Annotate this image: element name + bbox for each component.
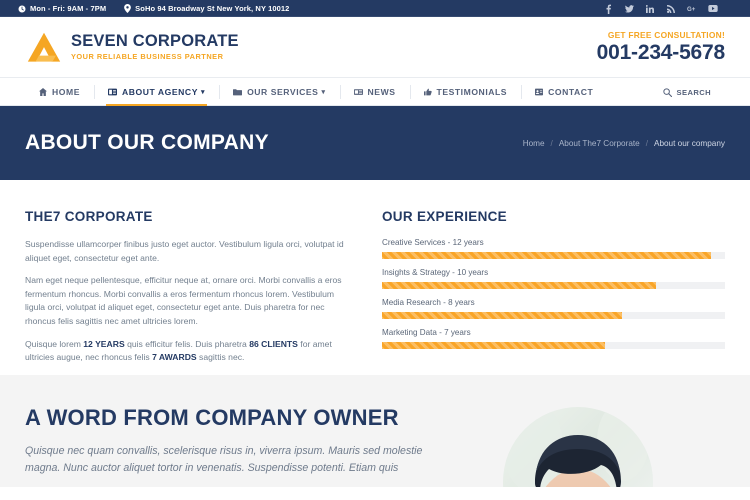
- page-title: ABOUT OUR COMPANY: [25, 131, 269, 154]
- brand-tagline: YOUR RELIABLE BUSINESS PARTNER: [71, 52, 224, 61]
- search-icon: [662, 87, 672, 97]
- business-address: SoHo 94 Broadway St New York, NY 10012: [124, 4, 289, 13]
- experience-bar-fill: [382, 252, 712, 259]
- experience-bar-label: Insights & Strategy - 10 years: [382, 268, 489, 277]
- page-title-banner: ABOUT OUR COMPANY Home / About The7 Corp…: [0, 106, 750, 180]
- newspaper-icon: [353, 88, 363, 96]
- about-column: THE7 CORPORATE Suspendisse ullamcorper f…: [25, 209, 352, 374]
- chevron-down-icon: ▾: [200, 89, 206, 96]
- nav-search-label: SEARCH: [676, 87, 711, 97]
- nav-item-home[interactable]: HOME: [25, 78, 94, 106]
- nav-item-about-agency[interactable]: ABOUT AGENCY ▾: [93, 78, 219, 106]
- breadcrumb-parent[interactable]: About The7 Corporate: [559, 139, 640, 148]
- nav-search-button[interactable]: SEARCH: [649, 78, 725, 106]
- page-root: Mon - Fri: 9AM - 7PM SoHo 94 Broadway St…: [0, 0, 750, 487]
- header-logo-row: SEVEN CORPORATE YOUR RELIABLE BUSINESS P…: [0, 17, 750, 78]
- business-hours: Mon - Fri: 9AM - 7PM: [18, 4, 106, 13]
- nav-item-testimonials[interactable]: TESTIMONIALS: [409, 78, 522, 106]
- twitter-icon[interactable]: [624, 4, 634, 14]
- brand-logo[interactable]: SEVEN CORPORATE YOUR RELIABLE BUSINESS P…: [25, 31, 239, 65]
- book-icon: [107, 88, 117, 96]
- experience-bar-fill: [382, 282, 657, 289]
- home-icon: [39, 88, 47, 96]
- breadcrumb-separator: /: [550, 138, 553, 148]
- nav-item-contact[interactable]: CONTACT: [521, 78, 607, 106]
- experience-heading: OUR EXPERIENCE: [382, 209, 507, 224]
- owner-section: A WORD FROM COMPANY OWNER Quisque nec qu…: [0, 375, 750, 487]
- nav-item-contact-label: CONTACT: [548, 87, 594, 97]
- main-content: THE7 CORPORATE Suspendisse ullamcorper f…: [0, 180, 750, 375]
- experience-bar-track: [382, 312, 725, 319]
- experience-bar-fill: [382, 312, 623, 319]
- experience-bar-track: [382, 342, 725, 349]
- experience-bar-item: Creative Services - 12 years: [382, 238, 725, 259]
- nav-item-news-label: NEWS: [367, 87, 396, 97]
- top-info-bar: Mon - Fri: 9AM - 7PM SoHo 94 Broadway St…: [0, 0, 750, 17]
- contact-card-icon: [535, 88, 544, 96]
- about-p3-part4: sagittis nec.: [196, 352, 245, 363]
- owner-quote: Quisque nec quam convallis, scelerisque …: [25, 445, 423, 474]
- about-paragraph-3: Quisque lorem 12 YEARS quis efficitur fe…: [25, 338, 352, 365]
- nav-item-about-agency-label: ABOUT AGENCY: [121, 87, 198, 97]
- nav-item-our-services-label: OUR SERVICES: [247, 87, 319, 97]
- google-plus-icon[interactable]: G+: [687, 4, 697, 14]
- stat-awards: 7 AWARDS: [152, 352, 197, 363]
- logo-triangle-icon: [25, 31, 63, 65]
- experience-bar-label: Marketing Data - 7 years: [382, 328, 471, 337]
- business-address-text: SoHo 94 Broadway St New York, NY 10012: [135, 4, 290, 13]
- nav-item-our-services[interactable]: OUR SERVICES ▾: [219, 78, 339, 106]
- consultation-callout: GET FREE CONSULTATION! 001-234-5678: [597, 30, 726, 65]
- experience-bar-track: [382, 252, 725, 259]
- nav-item-testimonials-label: TESTIMONIALS: [436, 87, 508, 97]
- stat-clients: 86 CLIENTS: [249, 338, 298, 349]
- map-pin-icon: [124, 4, 132, 13]
- rss-icon[interactable]: [666, 4, 676, 14]
- experience-bar-label: Creative Services - 12 years: [382, 238, 484, 247]
- experience-bar-item: Marketing Data - 7 years: [382, 328, 725, 349]
- nav-item-news[interactable]: NEWS: [339, 78, 410, 106]
- thumbs-up-icon: [423, 88, 432, 96]
- youtube-icon[interactable]: [708, 4, 718, 14]
- nav-item-home-label: HOME: [52, 87, 80, 97]
- experience-bar-item: Insights & Strategy - 10 years: [382, 268, 725, 289]
- experience-column: OUR EXPERIENCE Creative Services - 12 ye…: [382, 209, 725, 374]
- chevron-down-icon: ▾: [321, 89, 326, 96]
- facebook-icon[interactable]: [603, 4, 613, 14]
- breadcrumb-current: About our company: [653, 138, 725, 148]
- breadcrumb: Home / About The7 Corporate / About our …: [523, 139, 725, 148]
- main-navigation: HOME ABOUT AGENCY ▾ OUR SERVICES ▾ NEWS …: [0, 78, 750, 106]
- social-links: G+: [603, 4, 718, 14]
- about-paragraph-2: Nam eget neque pellentesque, efficitur n…: [25, 275, 342, 326]
- about-heading: THE7 CORPORATE: [25, 209, 153, 224]
- experience-bar-item: Media Research - 8 years: [382, 298, 725, 319]
- about-paragraph-1: Suspendisse ullamcorper finibus justo eg…: [25, 239, 344, 263]
- business-hours-text: Mon - Fri: 9AM - 7PM: [30, 4, 107, 13]
- svg-text:G+: G+: [687, 6, 696, 13]
- experience-bar-fill: [382, 342, 605, 349]
- experience-bar-track: [382, 282, 725, 289]
- breadcrumb-home[interactable]: Home: [523, 139, 545, 148]
- clock-icon: [18, 5, 26, 13]
- folder-icon: [233, 88, 243, 96]
- brand-name: SEVEN CORPORATE: [71, 32, 239, 50]
- experience-bar-label: Media Research - 8 years: [382, 298, 475, 307]
- stat-years: 12 YEARS: [83, 338, 125, 349]
- experience-bar-chart: Creative Services - 12 years Insights & S…: [382, 238, 725, 349]
- phone-number[interactable]: 001-234-5678: [597, 41, 726, 65]
- about-p3-part2: quis efficitur felis. Duis pharetra: [124, 338, 250, 349]
- breadcrumb-separator: /: [645, 138, 648, 148]
- linkedin-icon[interactable]: [645, 4, 655, 14]
- consultation-label: GET FREE CONSULTATION!: [607, 30, 725, 40]
- about-p3-part1: Quisque lorem: [25, 338, 84, 349]
